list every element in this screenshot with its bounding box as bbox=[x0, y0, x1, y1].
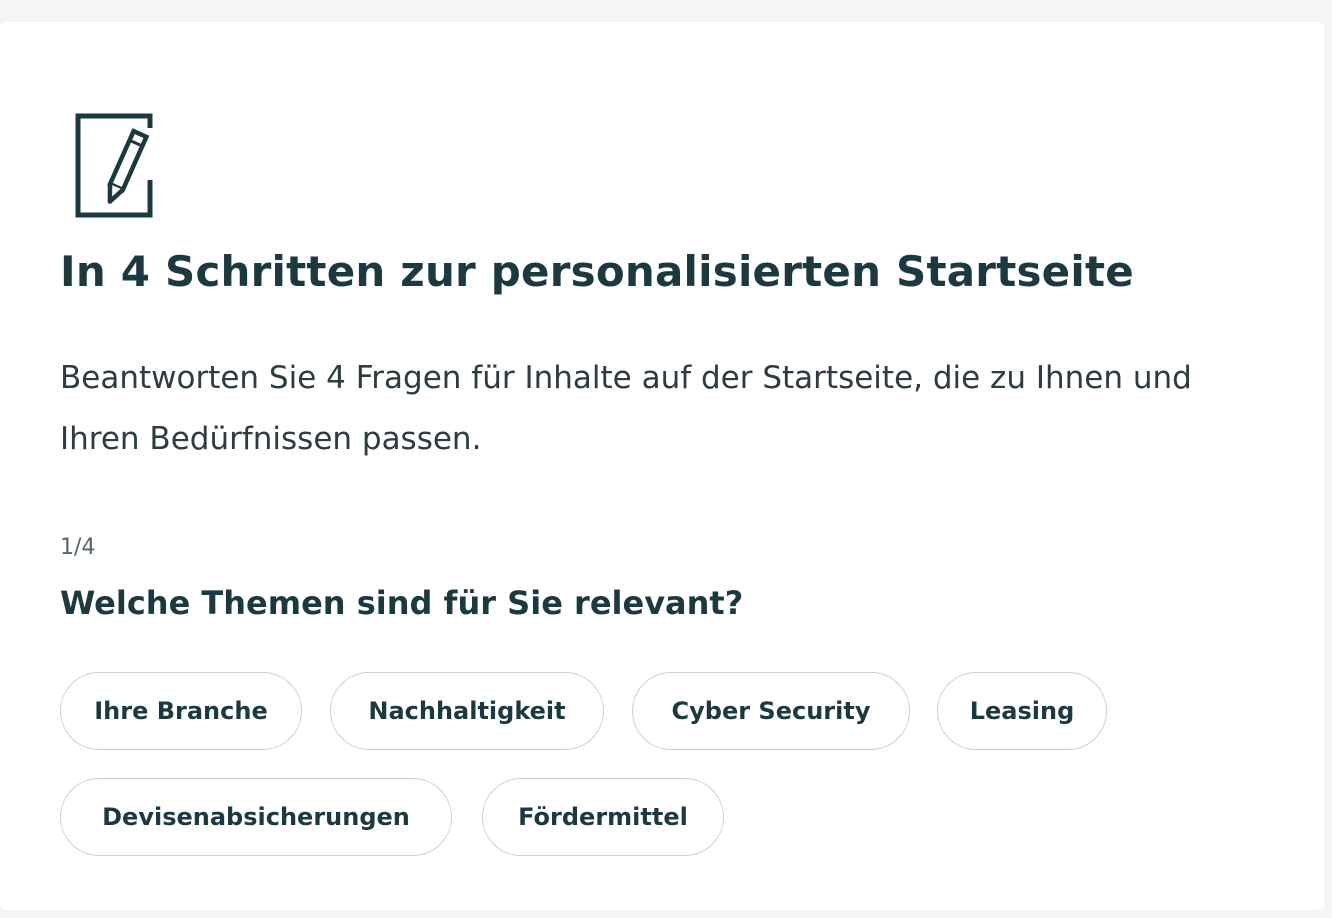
page-title: In 4 Schritten zur personalisierten Star… bbox=[60, 247, 1134, 296]
topic-chip-foerdermittel[interactable]: Fördermittel bbox=[482, 778, 724, 856]
step-indicator: 1/4 bbox=[60, 535, 96, 560]
topic-chip-devisenabsicherungen[interactable]: Devisenabsicherungen bbox=[60, 778, 452, 856]
question-heading: Welche Themen sind für Sie relevant? bbox=[60, 584, 744, 622]
topic-chip-ihre-branche[interactable]: Ihre Branche bbox=[60, 672, 302, 750]
topic-chip-leasing[interactable]: Leasing bbox=[937, 672, 1107, 750]
topic-chip-nachhaltigkeit[interactable]: Nachhaltigkeit bbox=[330, 672, 604, 750]
edit-note-icon bbox=[74, 94, 170, 222]
onboarding-card: In 4 Schritten zur personalisierten Star… bbox=[0, 22, 1324, 910]
intro-text: Beantworten Sie 4 Fragen für Inhalte auf… bbox=[60, 360, 1192, 457]
topic-chip-cyber-security[interactable]: Cyber Security bbox=[632, 672, 910, 750]
